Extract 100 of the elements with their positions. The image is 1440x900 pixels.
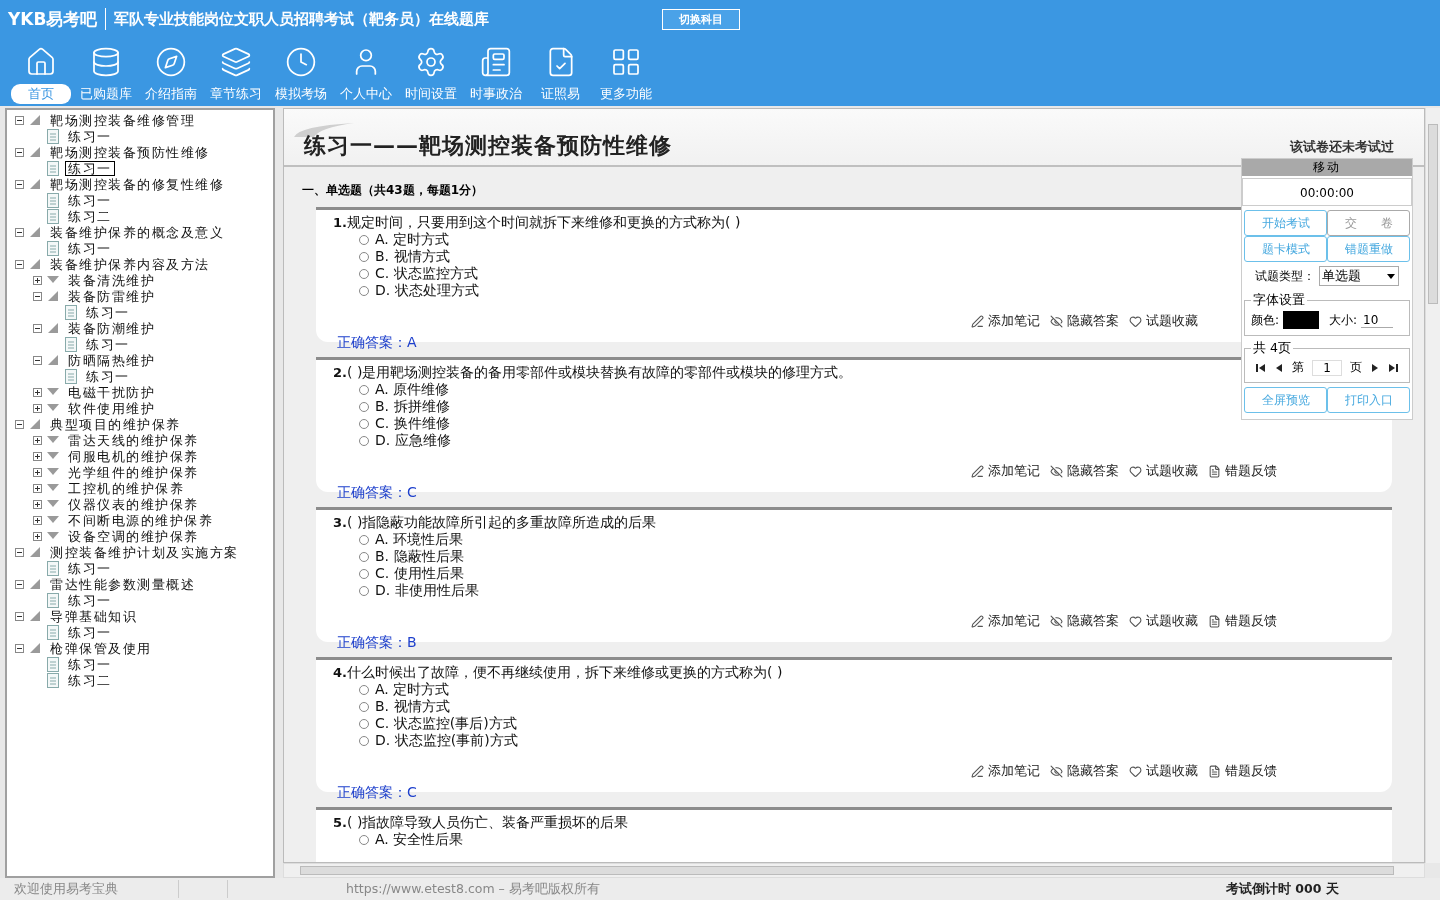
newspaper-icon[interactable] bbox=[479, 46, 512, 78]
expand-toggle[interactable] bbox=[33, 515, 42, 525]
tree-folder[interactable]: 导弹基础知识 bbox=[47, 608, 140, 624]
horizontal-scrollbar[interactable] bbox=[283, 863, 1425, 878]
tree-item[interactable]: 练习一 bbox=[65, 656, 115, 672]
radio-button[interactable] bbox=[359, 418, 369, 429]
tree-folder[interactable]: 软件使用维护 bbox=[65, 400, 158, 416]
last-page-icon[interactable] bbox=[1388, 362, 1398, 373]
radio-button[interactable] bbox=[359, 384, 369, 395]
radio-button[interactable] bbox=[359, 735, 369, 746]
question-action[interactable]: 错题反馈 bbox=[1208, 612, 1277, 630]
tree-folder[interactable]: 装备防雷维护 bbox=[65, 288, 158, 304]
tree-item[interactable]: 练习一 bbox=[83, 336, 133, 352]
collapse-toggle[interactable] bbox=[33, 323, 42, 333]
tree-folder[interactable]: 伺服电机的维护保养 bbox=[65, 448, 202, 464]
radio-button[interactable] bbox=[359, 718, 369, 729]
expand-toggle[interactable] bbox=[33, 483, 42, 493]
tree-item[interactable]: 练习二 bbox=[65, 208, 115, 224]
expand-toggle[interactable] bbox=[33, 451, 42, 461]
tree-folder[interactable]: 靶场测控装备预防性维修 bbox=[47, 144, 213, 160]
collapse-toggle[interactable] bbox=[15, 115, 24, 125]
expand-toggle[interactable] bbox=[33, 531, 42, 541]
radio-button[interactable] bbox=[359, 285, 369, 296]
question-action[interactable]: 试题收藏 bbox=[1129, 762, 1198, 780]
radio-button[interactable] bbox=[359, 568, 369, 579]
tree-item[interactable]: 练习二 bbox=[65, 672, 115, 688]
color-swatch[interactable] bbox=[1283, 311, 1320, 329]
tree-folder[interactable]: 测控装备维护计划及实施方案 bbox=[47, 544, 242, 560]
collapse-toggle[interactable] bbox=[15, 547, 24, 557]
collapse-toggle[interactable] bbox=[33, 355, 42, 365]
collapse-toggle[interactable] bbox=[15, 227, 24, 237]
question-action[interactable]: 隐藏答案 bbox=[1050, 462, 1119, 480]
question-action[interactable]: 添加笔记 bbox=[971, 762, 1040, 780]
collapse-toggle[interactable] bbox=[15, 579, 24, 589]
collapse-toggle[interactable] bbox=[15, 643, 24, 653]
radio-button[interactable] bbox=[359, 234, 369, 245]
tree-item[interactable]: 练习一 bbox=[83, 368, 133, 384]
tree-folder[interactable]: 装备维护保养内容及方法 bbox=[47, 256, 213, 272]
radio-button[interactable] bbox=[359, 251, 369, 262]
question-action[interactable]: 试题收藏 bbox=[1129, 612, 1198, 630]
radio-button[interactable] bbox=[359, 585, 369, 596]
tree-folder[interactable]: 仪器仪表的维护保养 bbox=[65, 496, 202, 512]
radio-button[interactable] bbox=[359, 701, 369, 712]
first-page-icon[interactable] bbox=[1256, 362, 1266, 373]
collapse-toggle[interactable] bbox=[15, 419, 24, 429]
question-action[interactable]: 试题收藏 bbox=[1129, 462, 1198, 480]
question-action[interactable]: 试题收藏 bbox=[1129, 312, 1198, 330]
expand-toggle[interactable] bbox=[33, 387, 42, 397]
question-action[interactable]: 添加笔记 bbox=[971, 462, 1040, 480]
tree-folder[interactable]: 靶场测控装备维修管理 bbox=[47, 112, 198, 128]
collapse-toggle[interactable] bbox=[15, 259, 24, 269]
collapse-toggle[interactable] bbox=[15, 147, 24, 157]
vertical-scrollbar[interactable] bbox=[1425, 108, 1440, 863]
tree-folder[interactable]: 防晒隔热维护 bbox=[65, 352, 158, 368]
type-select[interactable]: 单选题 bbox=[1319, 266, 1399, 286]
tree-item[interactable]: 练习一 bbox=[65, 160, 115, 176]
tree-folder[interactable]: 雷达天线的维护保养 bbox=[65, 432, 202, 448]
question-action[interactable]: 隐藏答案 bbox=[1050, 762, 1119, 780]
tree-item[interactable]: 练习一 bbox=[83, 304, 133, 320]
tree-item[interactable]: 练习一 bbox=[65, 560, 115, 576]
question-action[interactable]: 隐藏答案 bbox=[1050, 312, 1119, 330]
next-page-icon[interactable] bbox=[1370, 362, 1380, 373]
tree-folder[interactable]: 不间断电源的维护保养 bbox=[65, 512, 216, 528]
tree-folder[interactable]: 装备维护保养的概念及意义 bbox=[47, 224, 227, 240]
collapse-toggle[interactable] bbox=[15, 179, 24, 189]
clock-icon[interactable] bbox=[284, 46, 317, 78]
expand-toggle[interactable] bbox=[33, 467, 42, 477]
question-action[interactable]: 隐藏答案 bbox=[1050, 612, 1119, 630]
tree-folder[interactable]: 装备清洗维护 bbox=[65, 272, 158, 288]
tree-folder[interactable]: 工控机的维护保养 bbox=[65, 480, 187, 496]
layers-icon[interactable] bbox=[219, 46, 252, 78]
question-action[interactable]: 错题反馈 bbox=[1208, 462, 1277, 480]
tree-item[interactable]: 练习一 bbox=[65, 624, 115, 640]
size-field[interactable]: 10 bbox=[1361, 312, 1394, 328]
tree-folder[interactable]: 靶场测控装备的修复性维修 bbox=[47, 176, 227, 192]
tree-item[interactable]: 练习一 bbox=[65, 192, 115, 208]
tree-folder[interactable]: 电磁干扰防护 bbox=[65, 384, 158, 400]
tree-folder[interactable]: 典型项目的维护保养 bbox=[47, 416, 184, 432]
tree-folder[interactable]: 枪弹保管及使用 bbox=[47, 640, 155, 656]
question-action[interactable]: 添加笔记 bbox=[971, 612, 1040, 630]
tree-folder[interactable]: 设备空调的维护保养 bbox=[65, 528, 202, 544]
radio-button[interactable] bbox=[359, 684, 369, 695]
tree-folder[interactable]: 装备防潮维护 bbox=[65, 320, 158, 336]
expand-toggle[interactable] bbox=[33, 403, 42, 413]
radio-button[interactable] bbox=[359, 435, 369, 446]
radio-button[interactable] bbox=[359, 551, 369, 562]
compass-icon[interactable] bbox=[154, 46, 187, 78]
expand-toggle[interactable] bbox=[33, 435, 42, 445]
tree-item[interactable]: 练习一 bbox=[65, 240, 115, 256]
radio-button[interactable] bbox=[359, 268, 369, 279]
radio-button[interactable] bbox=[359, 401, 369, 412]
collapse-toggle[interactable] bbox=[15, 611, 24, 621]
radio-button[interactable] bbox=[359, 834, 369, 845]
tree-folder[interactable]: 雷达性能参数测量概述 bbox=[47, 576, 198, 592]
tree-item[interactable]: 练习一 bbox=[65, 128, 115, 144]
question-action[interactable]: 添加笔记 bbox=[971, 312, 1040, 330]
radio-button[interactable] bbox=[359, 534, 369, 545]
question-action[interactable]: 错题反馈 bbox=[1208, 762, 1277, 780]
prev-page-icon[interactable] bbox=[1274, 362, 1284, 373]
tree-item[interactable]: 练习一 bbox=[65, 592, 115, 608]
